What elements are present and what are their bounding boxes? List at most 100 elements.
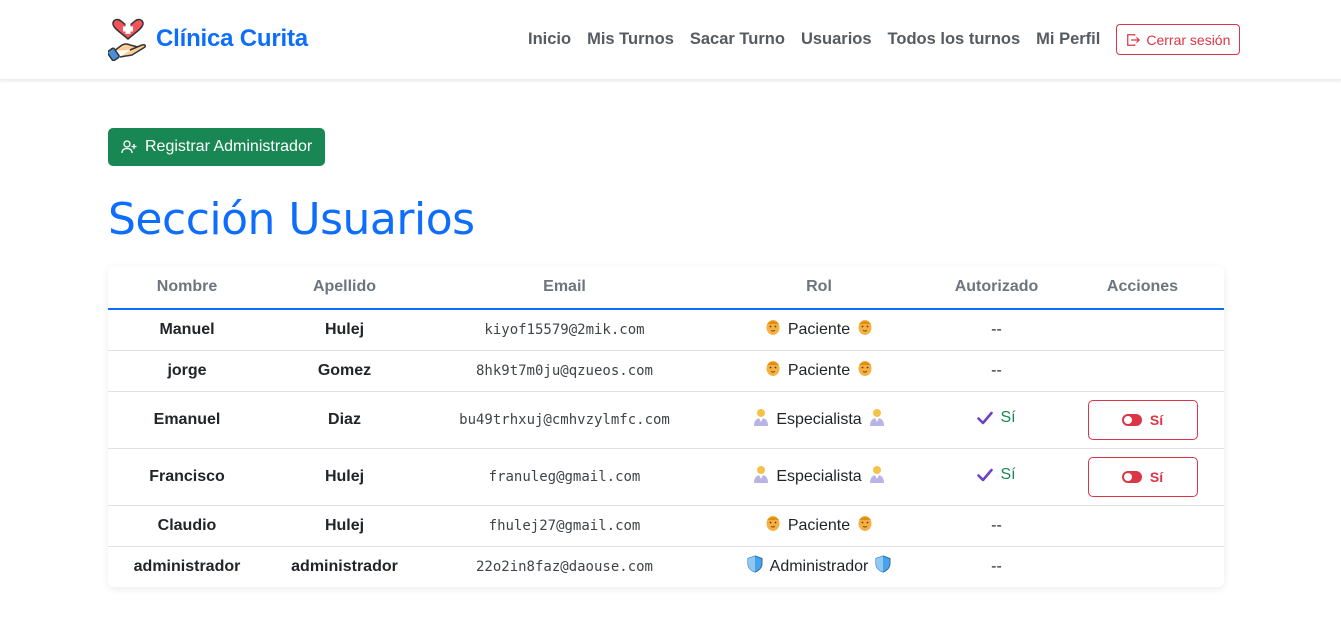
cell-autorizado: --	[932, 546, 1061, 587]
header-autorizado: Autorizado	[954, 278, 1039, 295]
table-row: administrador administrador 22o2in8faz@dao…	[108, 546, 1224, 587]
register-admin-label: Registrar Administrador	[145, 138, 313, 155]
logout-label: Cerrar sesión	[1146, 31, 1231, 48]
navbar: Clínica Curita Inicio Mis Turnos Sacar T…	[0, 0, 1341, 80]
authorized-status: --	[991, 361, 1002, 379]
cell-apellido: administrador	[291, 557, 398, 575]
users-table: Nombre Apellido Email Rol Autorizado Acc…	[108, 266, 1224, 587]
table-row: Emanuel Diaz bu49trhxuj@cmhvzylmfc.com Espe…	[108, 391, 1224, 448]
check-icon	[977, 468, 994, 482]
header-nombre: Nombre	[156, 278, 218, 295]
nav-link-sacar-turno[interactable]: Sacar Turno	[690, 30, 785, 49]
cell-autorizado: --	[932, 309, 1061, 350]
main-nav: Inicio Mis Turnos Sacar Turno Usuarios T…	[528, 24, 1241, 55]
authorized-status: Sí	[977, 409, 1016, 427]
page-title: Sección Usuarios	[108, 194, 475, 245]
rol-label: Especialista	[776, 410, 862, 428]
brand-name: Clínica Curita	[156, 25, 308, 52]
logout-icon	[1127, 33, 1141, 46]
cell-acciones	[1061, 505, 1224, 546]
cell-acciones	[1061, 309, 1224, 350]
cell-rol: Especialista	[706, 448, 932, 505]
cell-acciones: Sí	[1061, 448, 1224, 505]
patient-emoji-icon	[857, 359, 873, 382]
nav-link-inicio[interactable]: Inicio	[528, 30, 571, 49]
toggle-authorization-button[interactable]: Sí	[1087, 399, 1198, 440]
authorized-status: --	[991, 516, 1002, 534]
cell-apellido: Hulej	[324, 516, 365, 534]
table-row: Francisco Hulej franuleg@gmail.com Especial…	[108, 448, 1224, 505]
cell-nombre: Manuel	[159, 320, 215, 338]
doctor-emoji-icon	[753, 465, 769, 488]
nav-link-mis-turnos[interactable]: Mis Turnos	[587, 30, 674, 49]
rol-label: Especialista	[776, 467, 862, 485]
cell-rol: Administrador	[706, 546, 932, 587]
toggle-on-icon	[1121, 470, 1142, 483]
cell-apellido: Hulej	[324, 320, 365, 338]
authorized-label: Sí	[1000, 409, 1016, 426]
rol-label: Paciente	[787, 320, 851, 338]
cell-email: 8hk9t7m0ju@qzueos.com	[475, 362, 653, 379]
register-admin-button[interactable]: Registrar Administrador	[108, 128, 326, 166]
nav-link-todos-los-turnos[interactable]: Todos los turnos	[888, 30, 1021, 49]
cell-apellido: Gomez	[317, 361, 372, 379]
header-acciones: Acciones	[1106, 278, 1179, 295]
rol-label: Administrador	[769, 557, 869, 575]
header-apellido: Apellido	[312, 278, 377, 295]
cell-email: bu49trhxuj@cmhvzylmfc.com	[459, 411, 670, 428]
authorized-status: --	[991, 557, 1002, 575]
doctor-emoji-icon	[753, 408, 769, 431]
cell-apellido: Diaz	[328, 410, 361, 428]
cell-acciones: Sí	[1061, 391, 1224, 448]
shield-icon	[747, 555, 763, 578]
cell-autorizado: --	[932, 350, 1061, 391]
patient-emoji-icon	[857, 514, 873, 537]
patient-emoji-icon	[857, 318, 873, 341]
nav-link-usuarios[interactable]: Usuarios	[801, 30, 872, 49]
cell-autorizado: Sí	[932, 448, 1061, 505]
check-icon	[977, 411, 994, 425]
person-plus-icon	[121, 140, 137, 154]
cell-email: kiyof15579@2mik.com	[484, 321, 645, 338]
cell-nombre: jorge	[167, 361, 207, 379]
cell-autorizado: --	[932, 505, 1061, 546]
cell-email: franuleg@gmail.com	[488, 468, 641, 485]
table-row: Manuel Hulej kiyof15579@2mik.com Paciente --	[108, 309, 1224, 350]
rol-label: Paciente	[787, 516, 851, 534]
toggle-on-icon	[1121, 413, 1142, 426]
cell-email: fhulej27@gmail.com	[488, 517, 641, 534]
toggle-authorization-label: Sí	[1149, 468, 1164, 485]
cell-apellido: Hulej	[324, 467, 365, 485]
cell-email: 22o2in8faz@daouse.com	[475, 558, 653, 575]
doctor-emoji-icon	[869, 408, 885, 431]
cell-autorizado: Sí	[932, 391, 1061, 448]
cell-rol: Especialista	[706, 391, 932, 448]
cell-rol: Paciente	[706, 350, 932, 391]
toggle-authorization-label: Sí	[1149, 411, 1164, 428]
header-email: Email	[543, 278, 586, 295]
table-row: Claudio Hulej fhulej27@gmail.com Paciente --	[108, 505, 1224, 546]
authorized-status: --	[991, 320, 1002, 338]
rol-label: Paciente	[787, 361, 851, 379]
table-body: Manuel Hulej kiyof15579@2mik.com Paciente --…	[108, 309, 1224, 587]
patient-emoji-icon	[765, 514, 781, 537]
nav-link-mi-perfil[interactable]: Mi Perfil	[1036, 30, 1100, 49]
logout-button[interactable]: Cerrar sesión	[1116, 24, 1241, 55]
cell-nombre: administrador	[133, 557, 241, 575]
users-table-card: Nombre Apellido Email Rol Autorizado Acc…	[108, 266, 1224, 587]
cell-acciones	[1061, 350, 1224, 391]
table-row: jorge Gomez 8hk9t7m0ju@qzueos.com Paciente -…	[108, 350, 1224, 391]
brand[interactable]: Clínica Curita	[108, 17, 308, 61]
cell-nombre: Claudio	[157, 516, 217, 534]
authorized-label: Sí	[1000, 466, 1016, 483]
authorized-status: Sí	[977, 466, 1016, 484]
doctor-emoji-icon	[869, 465, 885, 488]
cell-rol: Paciente	[706, 505, 932, 546]
patient-emoji-icon	[765, 318, 781, 341]
cell-rol: Paciente	[706, 309, 932, 350]
shield-icon	[875, 555, 891, 578]
cell-nombre: Emanuel	[153, 410, 221, 428]
header-rol: Rol	[806, 278, 832, 295]
patient-emoji-icon	[765, 359, 781, 382]
toggle-authorization-button[interactable]: Sí	[1087, 456, 1198, 497]
